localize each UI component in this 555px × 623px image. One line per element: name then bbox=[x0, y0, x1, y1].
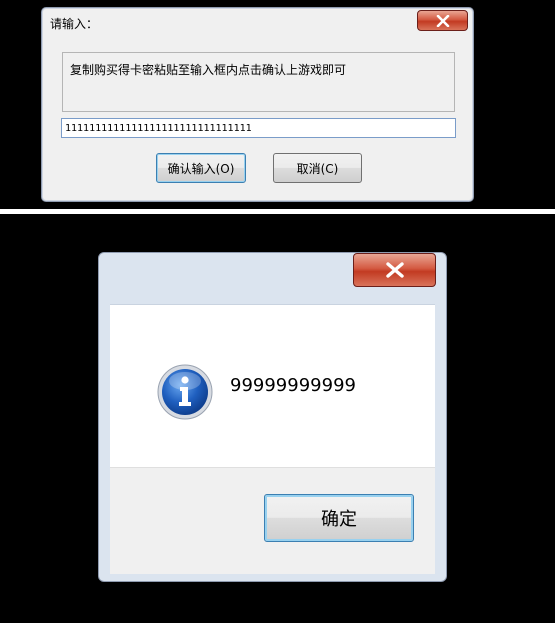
confirm-input-button[interactable]: 确认输入(O) bbox=[156, 153, 246, 183]
cancel-button[interactable]: 取消(C) bbox=[273, 153, 362, 183]
message-text: 99999999999 bbox=[230, 375, 356, 396]
input-dialog-close-button[interactable] bbox=[417, 10, 468, 31]
input-dialog: 请输入： 复制购买得卡密粘贴至输入框内点击确认上游戏即可 确认输入(O) 取消(… bbox=[41, 7, 474, 202]
message-content-area: 99999999999 bbox=[110, 304, 435, 468]
message-dialog-close-button[interactable] bbox=[353, 253, 436, 287]
input-dialog-title: 请输入： bbox=[50, 17, 99, 31]
message-footer: 确定 bbox=[110, 467, 435, 574]
confirm-input-label: 确认输入(O) bbox=[167, 161, 235, 176]
panel-divider bbox=[0, 209, 555, 214]
prompt-groupbox: 复制购买得卡密粘贴至输入框内点击确认上游戏即可 bbox=[62, 52, 455, 112]
ok-label: 确定 bbox=[321, 509, 357, 530]
input-dialog-titlebar: 请输入： bbox=[42, 8, 473, 38]
close-icon bbox=[385, 262, 404, 278]
ok-button[interactable]: 确定 bbox=[264, 494, 414, 542]
card-key-input[interactable] bbox=[61, 118, 456, 138]
cancel-label: 取消(C) bbox=[296, 161, 339, 176]
message-dialog: 99999999999 确定 bbox=[98, 252, 447, 582]
prompt-text: 复制购买得卡密粘贴至输入框内点击确认上游戏即可 bbox=[70, 63, 347, 77]
info-icon bbox=[157, 364, 213, 420]
close-icon bbox=[436, 14, 449, 27]
